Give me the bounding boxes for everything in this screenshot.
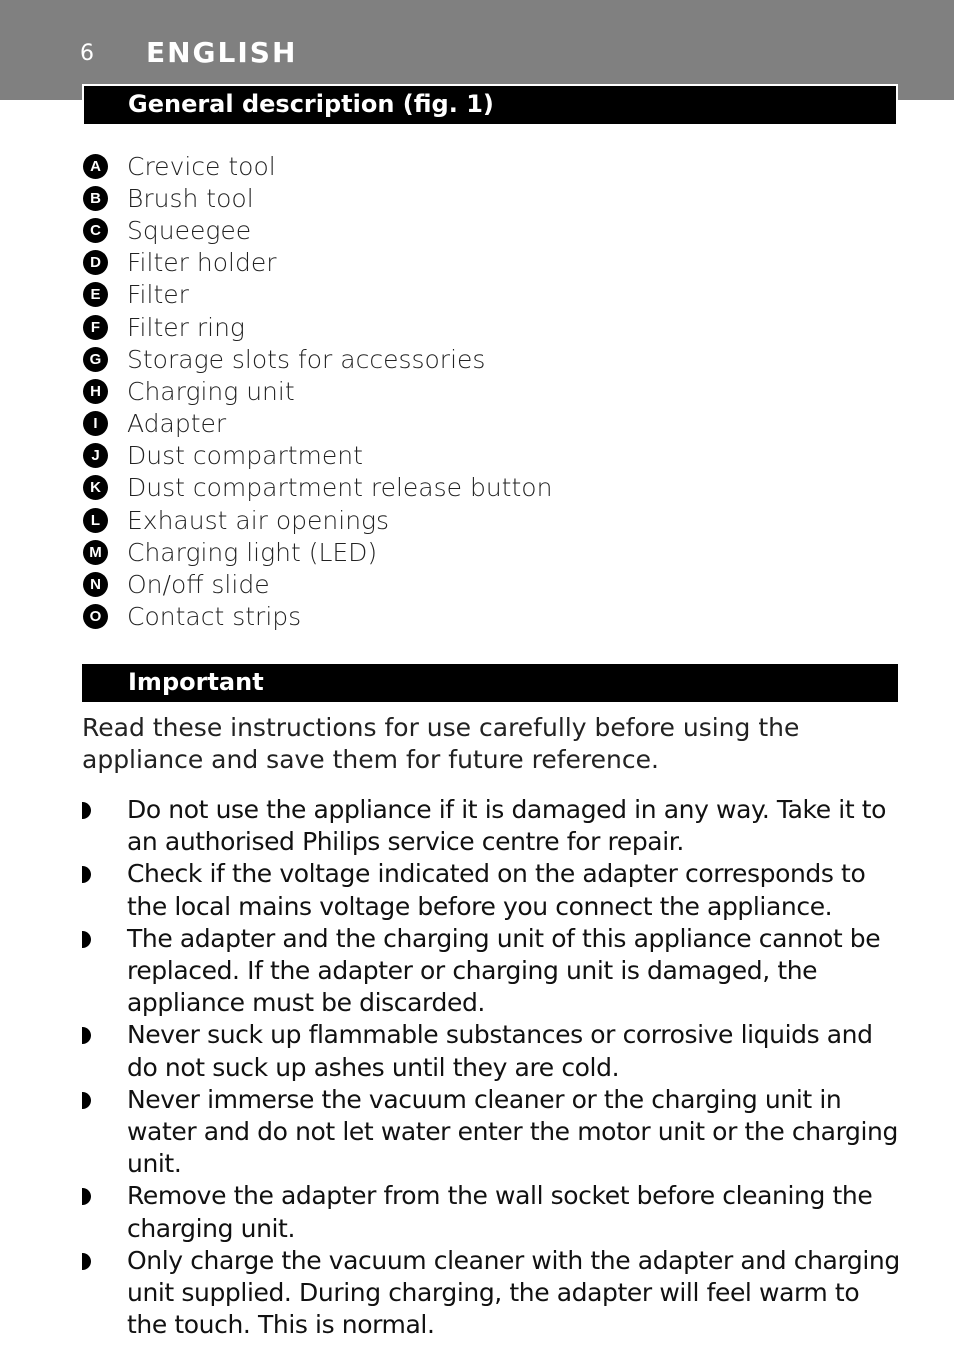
list-item: C Squeegee xyxy=(83,214,552,246)
circled-letter-c-icon: C xyxy=(83,217,108,243)
list-item: The adapter and the charging unit of thi… xyxy=(82,923,902,1020)
circled-letter-e-icon: E xyxy=(83,282,108,308)
language-title: ENGLISH xyxy=(146,36,298,69)
list-item: Remove the adapter from the wall socket … xyxy=(82,1180,902,1244)
bullet-text: Do not use the appliance if it is damage… xyxy=(127,795,887,857)
half-circle-bullet-icon xyxy=(82,1188,91,1206)
important-intro-paragraph: Read these instructions for use carefull… xyxy=(82,713,800,774)
list-item: O Contact strips xyxy=(83,601,552,633)
circled-letter-i-icon: I xyxy=(83,411,108,437)
list-item: Do not use the appliance if it is damage… xyxy=(82,794,902,858)
circled-letter-k-icon: K xyxy=(83,475,108,501)
part-label: Storage slots for accessories xyxy=(127,344,486,374)
circled-letter-a-icon: A xyxy=(83,153,108,179)
circled-letter-f-icon: F xyxy=(83,314,108,340)
bullet-text: Never immerse the vacuum cleaner or the … xyxy=(127,1084,898,1179)
bullet-text: Only charge the vacuum cleaner with the … xyxy=(127,1245,900,1340)
part-label: Crevice tool xyxy=(127,151,276,181)
list-item: M Charging light (LED) xyxy=(83,536,552,568)
list-item: J Dust compartment xyxy=(83,440,552,472)
half-circle-bullet-icon xyxy=(82,802,91,819)
list-item: B Brush tool xyxy=(83,182,552,214)
part-label: Adapter xyxy=(127,409,227,439)
list-item: A Crevice tool xyxy=(83,150,552,182)
list-item: Never suck up flammable substances or co… xyxy=(82,1019,902,1083)
list-item: D Filter holder xyxy=(83,247,552,279)
part-label: Filter xyxy=(127,280,189,310)
list-item: Check if the voltage indicated on the ad… xyxy=(82,858,902,922)
list-item: E Filter xyxy=(83,279,552,311)
half-circle-bullet-icon xyxy=(82,1091,91,1109)
parts-list: A Crevice tool B Brush tool C Squeegee D Fil… xyxy=(83,150,552,633)
safety-bullet-list: Do not use the appliance if it is damage… xyxy=(82,794,902,1341)
half-circle-bullet-icon xyxy=(82,866,91,884)
part-label: On/off slide xyxy=(127,570,270,600)
circled-letter-l-icon: L xyxy=(83,507,108,533)
part-label: Contact strips xyxy=(127,602,302,632)
page-number: 6 xyxy=(80,41,94,66)
bullet-text: Never suck up flammable substances or co… xyxy=(127,1020,873,1082)
part-label: Filter ring xyxy=(127,312,245,342)
circled-letter-g-icon: G xyxy=(83,346,108,372)
part-label: Brush tool xyxy=(127,183,254,213)
circled-letter-o-icon: O xyxy=(83,604,108,630)
list-item: H Charging unit xyxy=(83,375,552,407)
circled-letter-d-icon: D xyxy=(83,250,108,276)
half-circle-bullet-icon xyxy=(82,1027,91,1045)
part-label: Squeegee xyxy=(127,215,252,245)
list-item: Only charge the vacuum cleaner with the … xyxy=(82,1245,902,1342)
half-circle-bullet-icon xyxy=(82,930,91,948)
circled-letter-h-icon: H xyxy=(83,378,108,404)
bullet-text: Check if the voltage indicated on the ad… xyxy=(127,859,866,921)
part-label: Filter holder xyxy=(127,248,277,278)
list-item: G Storage slots for accessories xyxy=(83,343,552,375)
list-item: K Dust compartment release button xyxy=(83,472,552,504)
bullet-text: Remove the adapter from the wall socket … xyxy=(127,1181,873,1243)
half-circle-bullet-icon xyxy=(82,1252,91,1270)
circled-letter-m-icon: M xyxy=(83,539,108,565)
part-label: Charging light (LED) xyxy=(127,537,378,567)
part-label: Exhaust air openings xyxy=(127,505,390,535)
circled-letter-j-icon: J xyxy=(83,443,108,469)
part-label: Dust compartment release button xyxy=(127,473,553,503)
list-item: N On/off slide xyxy=(83,568,552,600)
section-heading-important: Important xyxy=(82,664,898,702)
list-item: I Adapter xyxy=(83,408,552,440)
list-item: L Exhaust air openings xyxy=(83,504,552,536)
part-label: Dust compartment xyxy=(127,441,363,471)
circled-letter-n-icon: N xyxy=(83,572,108,598)
list-item: F Filter ring xyxy=(83,311,552,343)
list-item: Never immerse the vacuum cleaner or the … xyxy=(82,1084,902,1181)
section-heading-general-description: General description (fig. 1) xyxy=(82,84,898,126)
bullet-text: The adapter and the charging unit of thi… xyxy=(127,923,881,1018)
part-label: Charging unit xyxy=(127,376,295,406)
circled-letter-b-icon: B xyxy=(83,185,108,211)
